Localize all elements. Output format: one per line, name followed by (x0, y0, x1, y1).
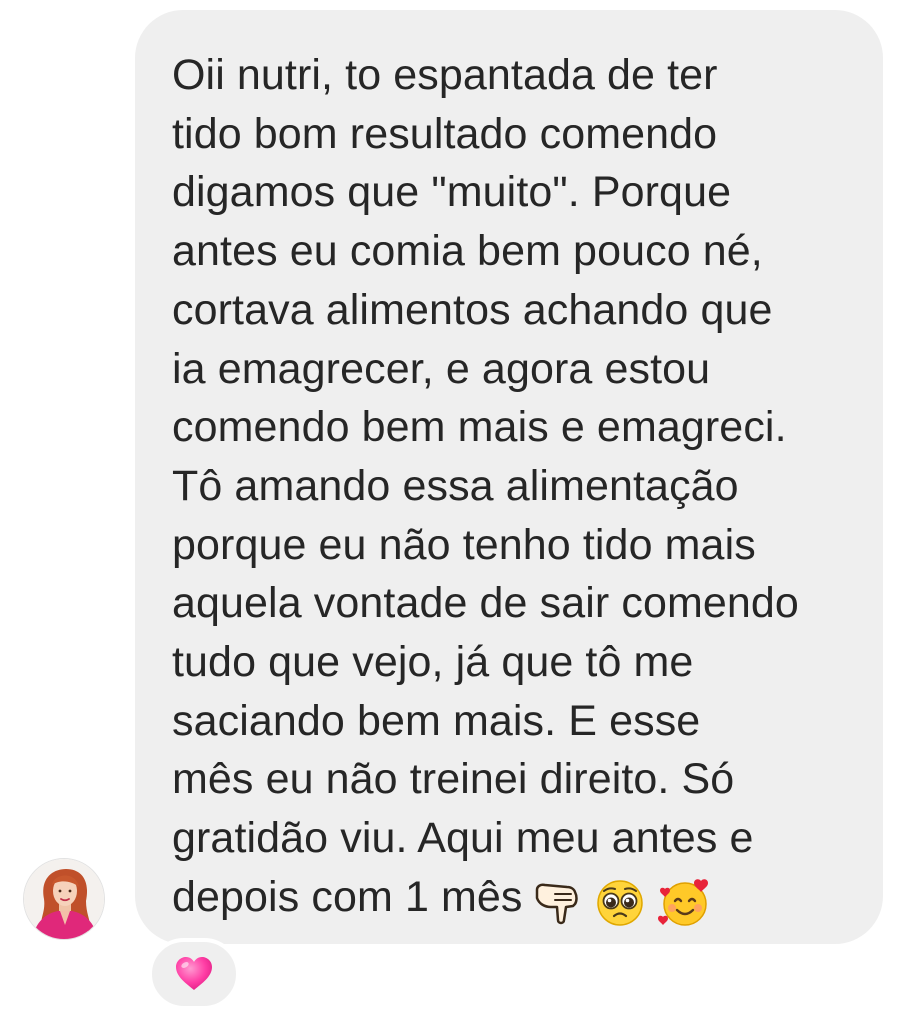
message-line: aquela vontade de sair comendo (172, 579, 799, 628)
message-line: porque eu não tenho tido mais (172, 520, 756, 569)
message-line: antes eu comia bem pouco né, (172, 227, 763, 276)
pink-heart-emoji-icon (176, 957, 212, 990)
message-line: gratidão viu. Aqui meu antes e (172, 814, 754, 863)
message-line: saciando bem mais. E esse (172, 696, 701, 745)
message-line: Oii nutri, to espantada de ter (172, 51, 718, 99)
pleading-face-emoji-icon (596, 880, 643, 927)
message-line: digamos que "muito". Porque (172, 168, 732, 217)
trailing-emojis (533, 872, 713, 931)
message-line: comendo bem mais e emagreci. (172, 403, 787, 452)
backhand-index-pointing-down-emoji-icon (535, 883, 578, 925)
received-message-bubble[interactable]: Oii nutri, to espantada de ter tido bom … (135, 10, 883, 944)
message-line: ia emagrecer, e agora estou (172, 344, 711, 393)
message-line: Tô amando essa alimentação (172, 461, 739, 510)
message-line: tudo que vejo, já que tô me (172, 638, 694, 687)
message-line-last: depois com 1 mês (172, 868, 799, 931)
message-text: Oii nutri, to espantada de ter tido bom … (172, 46, 799, 931)
profile-photo-avatar-icon (24, 859, 104, 939)
message-line: depois com 1 mês (172, 872, 523, 921)
message-line: mês eu não treinei direito. Só (172, 755, 735, 804)
message-line: tido bom resultado comendo (172, 109, 718, 158)
smiling-face-with-hearts-emoji-icon (657, 879, 708, 927)
reaction-badge[interactable] (148, 938, 240, 1010)
message-line: cortava alimentos achando que (172, 285, 773, 334)
sender-avatar[interactable] (23, 858, 105, 940)
